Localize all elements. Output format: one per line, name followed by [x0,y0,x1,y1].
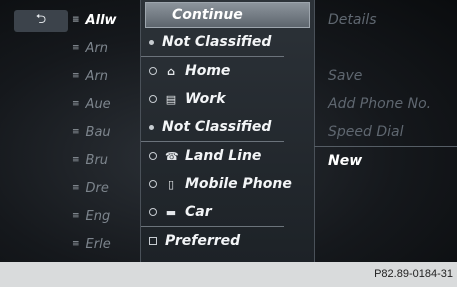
contact-label: Dre [85,180,109,196]
contact-label: Allw [85,12,117,28]
preferred-label: Preferred [165,233,241,249]
speed-dial-label: Speed Dial [328,124,404,140]
continue-label: Continue [172,7,243,23]
contact-icon: ≡ [72,99,80,109]
add-phone-option[interactable]: Add Phone No. [314,90,457,118]
radio-button-icon [149,152,157,160]
car-label: Car [185,204,212,220]
details-label: Details [328,12,377,28]
land-line-label: Land Line [185,148,262,164]
land-line-option[interactable]: ☎ Land Line [141,142,314,170]
contact-item[interactable]: ≡ Arn [72,34,140,62]
car-option[interactable]: ▬ Car [141,198,314,226]
options-column: Details Save Add Phone No. Speed Dial Ne… [314,6,457,175]
checkbox-icon [149,237,157,245]
back-button[interactable]: ⮌ [14,10,68,32]
work-label: Work [185,91,226,107]
continue-button[interactable]: Continue [145,2,310,28]
home-label: Home [185,63,231,79]
faint-option[interactable] [314,34,457,62]
new-label: New [328,153,363,169]
contact-item[interactable]: ≡ Bru [72,146,140,174]
contact-label: Erle [85,236,111,252]
radio-button-icon [149,95,157,103]
contact-icon: ≡ [72,211,80,221]
contact-icon: ≡ [72,71,80,81]
contact-item[interactable]: ≡ Allw [72,6,140,34]
contact-item[interactable]: ≡ Arn [72,62,140,90]
contact-label: Bru [85,152,109,168]
contact-list: ≡ Allw ≡ Arn ≡ Arn ≡ Aue ≡ Bau ≡ Bru ≡ D… [72,6,140,258]
house-icon: ⌂ [167,64,175,78]
figure-code: P82.89-0184-31 [374,268,453,280]
save-label: Save [328,68,363,84]
radio-button-icon [149,180,157,188]
contact-item[interactable]: ≡ Eng [72,202,140,230]
new-option[interactable]: New [314,146,457,175]
selected-dot-icon [149,39,154,45]
contact-icon: ≡ [72,15,80,25]
not-classified-label: Not Classified [162,34,272,50]
contact-icon: ≡ [72,155,80,165]
selected-dot-icon [149,124,154,130]
not-classified-option[interactable]: Not Classified [141,28,284,57]
contact-label: Arn [85,68,109,84]
save-option[interactable]: Save [314,62,457,90]
contact-icon: ≡ [72,127,80,137]
contact-icon: ≡ [72,239,80,249]
contact-item[interactable]: ≡ Aue [72,90,140,118]
not-classified-label: Not Classified [162,119,272,135]
radio-button-icon [149,67,157,75]
radio-button-icon [149,208,157,216]
comand-display: ⮌ ≡ Allw ≡ Arn ≡ Arn ≡ Aue ≡ Bau ≡ Bru ≡… [0,0,457,262]
details-option[interactable]: Details [314,6,457,34]
building-icon: ▤ [165,92,177,106]
speed-dial-option[interactable]: Speed Dial [314,118,457,146]
add-phone-label: Add Phone No. [328,96,432,112]
back-arrow-icon: ⮌ [35,12,47,27]
preferred-option[interactable]: Preferred [141,226,284,255]
contact-list-column: ⮌ ≡ Allw ≡ Arn ≡ Arn ≡ Aue ≡ Bau ≡ Bru ≡… [0,0,140,262]
work-option[interactable]: ▤ Work [141,85,314,113]
contact-item[interactable]: ≡ Bau [72,118,140,146]
contact-label: Aue [85,96,111,112]
telephone-icon: ☎ [165,149,179,163]
figure-footer: P82.89-0184-31 [0,262,457,287]
mobile-phone-icon: ▯ [167,177,175,191]
category-menu: Continue Not Classified ⌂ Home ▤ Work No… [140,0,315,262]
mobile-phone-label: Mobile Phone [185,176,292,192]
contact-item[interactable]: ≡ Erle [72,230,140,258]
contact-label: Eng [85,208,111,224]
contact-label: Bau [85,124,111,140]
contact-icon: ≡ [72,43,80,53]
car-icon: ▬ [165,205,177,219]
home-option[interactable]: ⌂ Home [141,57,314,85]
not-classified-option-2[interactable]: Not Classified [141,113,284,142]
contact-label: Arn [85,40,109,56]
contact-item[interactable]: ≡ Dre [72,174,140,202]
contact-icon: ≡ [72,183,80,193]
mobile-phone-option[interactable]: ▯ Mobile Phone [141,170,314,198]
